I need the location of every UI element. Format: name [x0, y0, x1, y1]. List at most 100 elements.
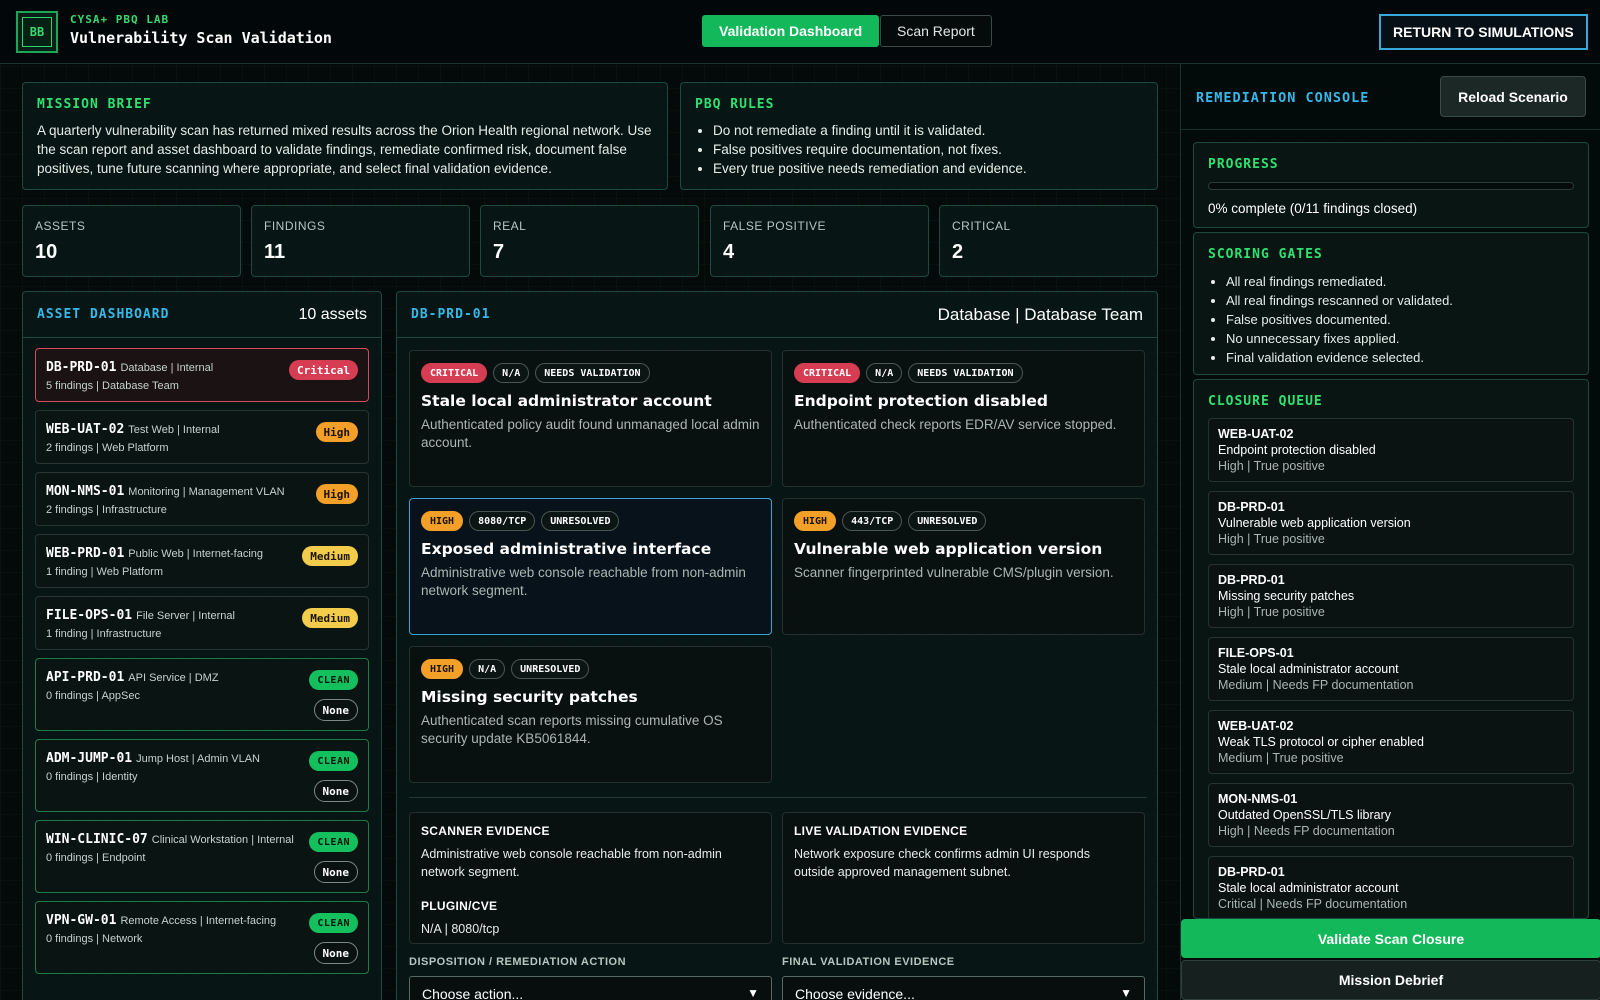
- validation-dashboard-tab[interactable]: Validation Dashboard: [702, 15, 880, 47]
- asset-sub: 5 findings | Database Team: [46, 380, 179, 392]
- queue-finding: Stale local administrator account: [1218, 662, 1399, 676]
- queue-status: Critical | Needs FP documentation: [1218, 897, 1408, 911]
- stat-label: FALSE POSITIVE: [723, 219, 827, 233]
- mission-debrief-button[interactable]: Mission Debrief: [1181, 960, 1600, 1000]
- validate-scan-closure-button[interactable]: Validate Scan Closure: [1181, 919, 1600, 958]
- plugin-cve-label: PLUGIN/CVE: [421, 899, 498, 913]
- queue-item[interactable]: DB-PRD-01 Missing security patches High …: [1208, 564, 1574, 628]
- port-tag: 8080/TCP: [469, 511, 536, 531]
- asset-name: WEB-UAT-02: [46, 422, 125, 437]
- queue-finding: Endpoint protection disabled: [1218, 443, 1376, 457]
- asset-dashboard-header: ASSET DASHBOARD 10 assets: [23, 292, 381, 338]
- queue-finding: Stale local administrator account: [1218, 881, 1399, 895]
- live-evidence-text: Network exposure check confirms admin UI…: [794, 847, 1090, 879]
- stat-value: 11: [264, 241, 286, 263]
- asset-meta: Database | Internal: [120, 362, 214, 374]
- stat-findings: FINDINGS 11: [251, 205, 470, 277]
- queue-status: Medium | True positive: [1218, 751, 1344, 765]
- remediation-console: REMEDIATION CONSOLE Reload Scenario PROG…: [1180, 64, 1600, 1000]
- action-select-value: Choose action...: [422, 986, 524, 1000]
- rule-item: Every true positive needs remediation an…: [713, 159, 1143, 178]
- stat-value: 10: [35, 241, 58, 263]
- clean-badge: CLEAN: [309, 832, 358, 852]
- asset-detail-panel: DB-PRD-01 Database | Database Team CRITI…: [396, 291, 1158, 1000]
- asset-name: VPN-GW-01: [46, 913, 117, 928]
- return-to-simulations-button[interactable]: RETURN TO SIMULATIONS: [1379, 14, 1588, 50]
- stat-label: FINDINGS: [264, 219, 326, 233]
- port-tag: N/A: [493, 363, 530, 383]
- asset-meta: Monitoring | Management VLAN: [128, 486, 285, 498]
- progress-title: PROGRESS: [1208, 157, 1279, 172]
- finding-card[interactable]: CRITICAL N/A NEEDS VALIDATION Endpoint p…: [782, 350, 1145, 487]
- finding-desc: Authenticated policy audit found unmanag…: [421, 417, 760, 450]
- queue-item[interactable]: WEB-UAT-02 Endpoint protection disabled …: [1208, 418, 1574, 482]
- gate-item: All real findings remediated.: [1226, 272, 1574, 291]
- asset-item-db-prd-01[interactable]: DB-PRD-01 Database | Internal 5 findings …: [35, 348, 369, 402]
- severity-tag: HIGH: [794, 511, 837, 531]
- asset-list: DB-PRD-01 Database | Internal 5 findings …: [23, 338, 381, 974]
- asset-sub: 2 findings | Web Platform: [46, 442, 169, 454]
- queue-item[interactable]: MON-NMS-01 Outdated OpenSSL/TLS library …: [1208, 783, 1574, 847]
- severity-badge: Medium: [302, 608, 358, 628]
- chevron-down-icon: ▼: [1120, 986, 1132, 1000]
- asset-item-web-uat-02[interactable]: WEB-UAT-02 Test Web | Internal 2 findings…: [35, 410, 369, 464]
- asset-sub: 0 findings | Endpoint: [46, 852, 146, 864]
- asset-item-win-clinic-07[interactable]: WIN-CLINIC-07 Clinical Workstation | Inte…: [35, 820, 369, 893]
- asset-item-file-ops-01[interactable]: FILE-OPS-01 File Server | Internal 1 find…: [35, 596, 369, 650]
- stat-real: REAL 7: [480, 205, 699, 277]
- queue-status: Medium | Needs FP documentation: [1218, 678, 1414, 692]
- queue-item[interactable]: DB-PRD-01 Stale local administrator acco…: [1208, 856, 1574, 918]
- queue-status: High | Needs FP documentation: [1218, 824, 1395, 838]
- finding-card-selected[interactable]: HIGH 8080/TCP UNRESOLVED Exposed adminis…: [409, 498, 772, 635]
- asset-count: 10 assets: [298, 305, 367, 323]
- asset-name: WEB-PRD-01: [46, 546, 125, 561]
- asset-name: ADM-JUMP-01: [46, 751, 133, 766]
- stat-value: 4: [723, 241, 735, 263]
- scan-report-tab[interactable]: Scan Report: [880, 15, 992, 47]
- selected-asset-title: DB-PRD-01: [411, 307, 491, 322]
- asset-sub: 0 findings | Identity: [46, 771, 138, 783]
- mission-brief-text: A quarterly vulnerability scan has retur…: [37, 123, 652, 176]
- stat-label: CRITICAL: [952, 219, 1011, 233]
- asset-sub: 0 findings | Network: [46, 933, 143, 945]
- asset-item-api-prd-01[interactable]: API-PRD-01 API Service | DMZ 0 findings |…: [35, 658, 369, 731]
- queue-item[interactable]: FILE-OPS-01 Stale local administrator ac…: [1208, 637, 1574, 701]
- status-tag: UNRESOLVED: [908, 511, 987, 531]
- asset-sub: 1 finding | Infrastructure: [46, 628, 162, 640]
- lab-logo: BB: [16, 11, 58, 53]
- finding-card[interactable]: HIGH N/A UNRESOLVED Missing security pat…: [409, 646, 772, 783]
- asset-item-web-prd-01[interactable]: WEB-PRD-01 Public Web | Internet-facing 1…: [35, 534, 369, 588]
- pbq-rules-panel: PBQ RULES Do not remediate a finding unt…: [680, 82, 1158, 190]
- scoring-gates-panel: SCORING GATES All real findings remediat…: [1193, 232, 1589, 375]
- stat-assets: ASSETS 10: [22, 205, 241, 277]
- app-title: Vulnerability Scan Validation: [70, 29, 332, 47]
- queue-item[interactable]: WEB-UAT-02 Weak TLS protocol or cipher e…: [1208, 710, 1574, 774]
- asset-item-adm-jump-01[interactable]: ADM-JUMP-01 Jump Host | Admin VLAN 0 find…: [35, 739, 369, 812]
- none-pill: None: [313, 942, 358, 964]
- reload-scenario-button[interactable]: Reload Scenario: [1440, 76, 1586, 117]
- gate-item: All real findings rescanned or validated…: [1226, 291, 1574, 310]
- chevron-down-icon: ▼: [747, 986, 759, 1000]
- gate-item: Final validation evidence selected.: [1226, 348, 1574, 367]
- asset-meta: Test Web | Internal: [128, 424, 220, 436]
- clean-badge: CLEAN: [309, 751, 358, 771]
- port-tag: N/A: [469, 659, 506, 679]
- queue-item[interactable]: DB-PRD-01 Vulnerable web application ver…: [1208, 491, 1574, 555]
- evidence-select[interactable]: Choose evidence... ▼: [782, 976, 1145, 1000]
- action-select[interactable]: Choose action... ▼: [409, 976, 772, 1000]
- evidence-select-value: Choose evidence...: [795, 986, 915, 1000]
- asset-item-vpn-gw-01[interactable]: VPN-GW-01 Remote Access | Internet-facing…: [35, 901, 369, 974]
- finding-title: Stale local administrator account: [421, 392, 712, 410]
- asset-item-mon-nms-01[interactable]: MON-NMS-01 Monitoring | Management VLAN 2…: [35, 472, 369, 526]
- gate-item: False positives documented.: [1226, 310, 1574, 329]
- finding-title: Missing security patches: [421, 688, 638, 706]
- brand-kicker: CYSA+ PBQ LAB: [70, 13, 170, 26]
- scanner-evidence-title: SCANNER EVIDENCE: [421, 824, 550, 838]
- finding-card[interactable]: CRITICAL N/A NEEDS VALIDATION Stale loca…: [409, 350, 772, 487]
- queue-status: High | True positive: [1218, 459, 1325, 473]
- mission-brief-panel: MISSION BRIEF A quarterly vulnerability …: [22, 82, 668, 190]
- finding-card[interactable]: HIGH 443/TCP UNRESOLVED Vulnerable web a…: [782, 498, 1145, 635]
- closure-queue-panel: CLOSURE QUEUE WEB-UAT-02 Endpoint protec…: [1193, 379, 1589, 919]
- asset-meta: File Server | Internal: [136, 610, 235, 622]
- none-pill: None: [313, 861, 358, 883]
